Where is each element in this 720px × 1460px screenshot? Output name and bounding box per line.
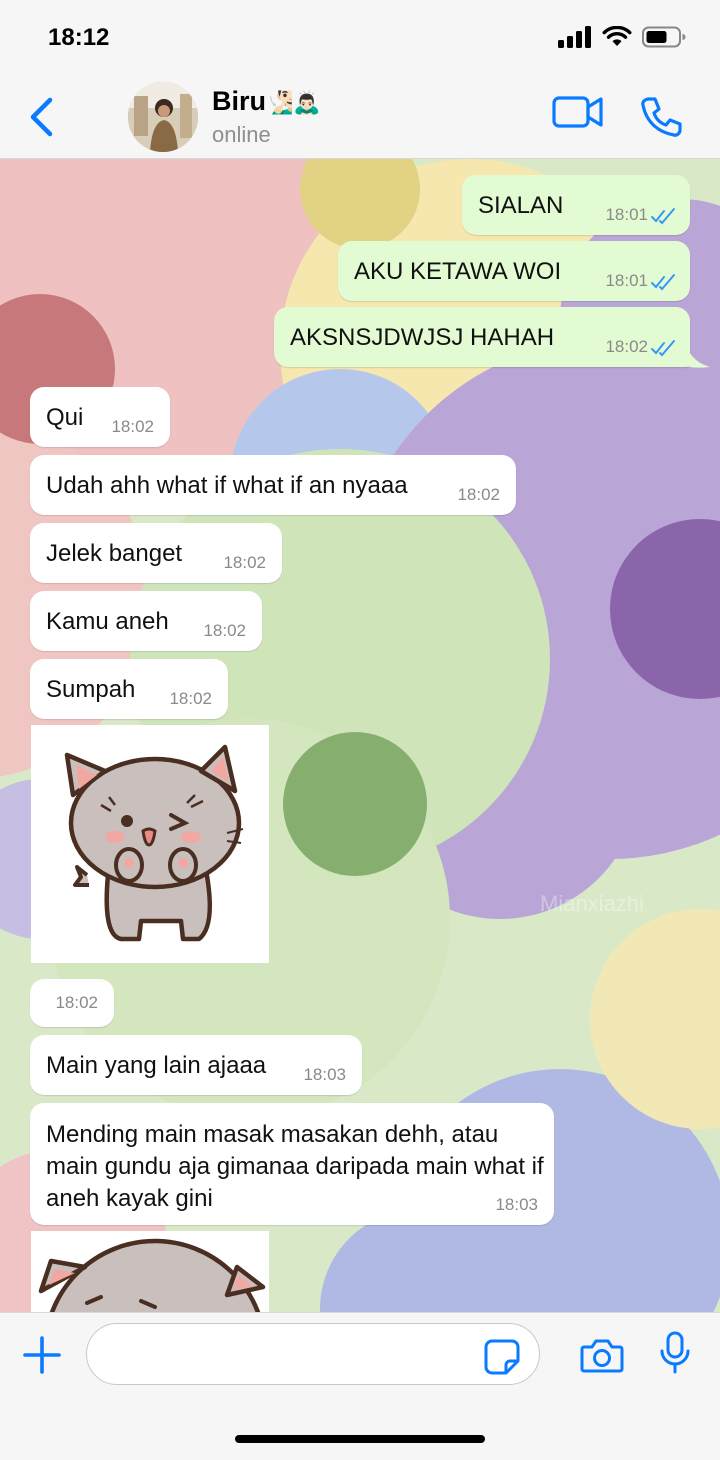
message-time: 18:02 xyxy=(55,993,98,1012)
message-incoming[interactable]: Mending main masak masakan dehh, atau ma… xyxy=(30,1103,554,1225)
message-text: Main yang lain ajaaa xyxy=(46,1052,267,1079)
back-chevron-icon[interactable] xyxy=(24,96,64,138)
contact-avatar[interactable] xyxy=(128,82,198,152)
message-time: 18:02 xyxy=(111,417,154,436)
contact-status: online xyxy=(212,122,271,147)
message-input-bar xyxy=(0,1312,720,1460)
sticker-icon[interactable] xyxy=(484,1339,520,1375)
status-time: 18:12 xyxy=(48,24,110,51)
message-time: 18:03 xyxy=(303,1065,346,1084)
home-indicator xyxy=(235,1435,485,1443)
contact-name-emoji: 🧏🏻‍♂️🙇🏻‍♂️ xyxy=(266,90,321,115)
message-text: Udah ahh what if what if an nyaaa xyxy=(46,472,408,499)
message-text: Mending main masak masakan dehh, atau ma… xyxy=(46,1121,544,1212)
message-incoming[interactable]: Sumpah 18:02 xyxy=(30,659,228,719)
message-outgoing[interactable]: SIALAN 18:01 xyxy=(462,175,690,235)
status-bar: 18:12 xyxy=(0,0,720,76)
sticker-cat[interactable] xyxy=(31,725,269,963)
message-incoming[interactable]: Qui 18:02 xyxy=(30,387,170,447)
message-incoming-time-only[interactable]: 18:02 xyxy=(30,979,114,1027)
message-time: 18:02 xyxy=(457,485,500,504)
contact-name[interactable]: Biru🧏🏻‍♂️🙇🏻‍♂️ xyxy=(212,86,321,117)
voice-call-icon[interactable] xyxy=(640,96,682,138)
video-call-icon[interactable] xyxy=(552,94,604,130)
message-text: Kamu aneh xyxy=(46,608,169,635)
read-ticks-icon xyxy=(651,340,675,357)
message-time: 18:01 xyxy=(605,271,648,290)
message-time: 18:01 xyxy=(605,205,648,224)
wifi-icon xyxy=(602,26,632,46)
read-ticks-icon xyxy=(651,208,675,225)
message-incoming[interactable]: Udah ahh what if what if an nyaaa 18:02 xyxy=(30,455,516,515)
message-text: Qui xyxy=(46,404,84,431)
microphone-icon[interactable] xyxy=(658,1331,692,1375)
read-ticks-icon xyxy=(651,274,675,291)
message-time: 18:02 xyxy=(223,553,266,572)
wallpaper-watermark: Mianxiazhi xyxy=(540,891,644,916)
message-text: Jelek banget xyxy=(46,540,183,567)
message-text: AKSNSJDWJSJ HAHAH xyxy=(290,324,555,351)
sticker-cat-partial[interactable] xyxy=(31,1231,269,1312)
battery-icon xyxy=(642,26,686,48)
message-text: AKU KETAWA WOI xyxy=(354,258,562,285)
message-outgoing[interactable]: AKU KETAWA WOI 18:01 xyxy=(338,241,690,301)
message-time: 18:03 xyxy=(495,1195,538,1214)
message-time: 18:02 xyxy=(203,621,246,640)
message-time: 18:02 xyxy=(169,689,212,708)
message-time: 18:02 xyxy=(605,337,648,356)
cat-sticker-image xyxy=(64,744,244,942)
plus-icon[interactable] xyxy=(22,1335,62,1375)
chat-area[interactable]: Mianxiazhi SIALAN 18:01 AKU KETAWA WOI 1… xyxy=(0,159,720,1312)
message-text: Sumpah xyxy=(46,676,136,703)
camera-icon[interactable] xyxy=(580,1337,624,1373)
cellular-signal-icon xyxy=(558,26,591,48)
contact-name-text: Biru xyxy=(212,86,266,116)
status-icons xyxy=(558,26,686,48)
message-input[interactable] xyxy=(86,1323,540,1385)
message-incoming[interactable]: Jelek banget 18:02 xyxy=(30,523,282,583)
bubble-tail xyxy=(684,337,710,368)
message-incoming[interactable]: Kamu aneh 18:02 xyxy=(30,591,262,651)
message-text: SIALAN xyxy=(478,192,564,219)
cat-sticker-image xyxy=(38,1238,266,1312)
chat-header: Biru🧏🏻‍♂️🙇🏻‍♂️ online xyxy=(0,76,720,159)
message-incoming[interactable]: Main yang lain ajaaa 18:03 xyxy=(30,1035,362,1095)
message-outgoing[interactable]: AKSNSJDWJSJ HAHAH 18:02 xyxy=(274,307,690,367)
